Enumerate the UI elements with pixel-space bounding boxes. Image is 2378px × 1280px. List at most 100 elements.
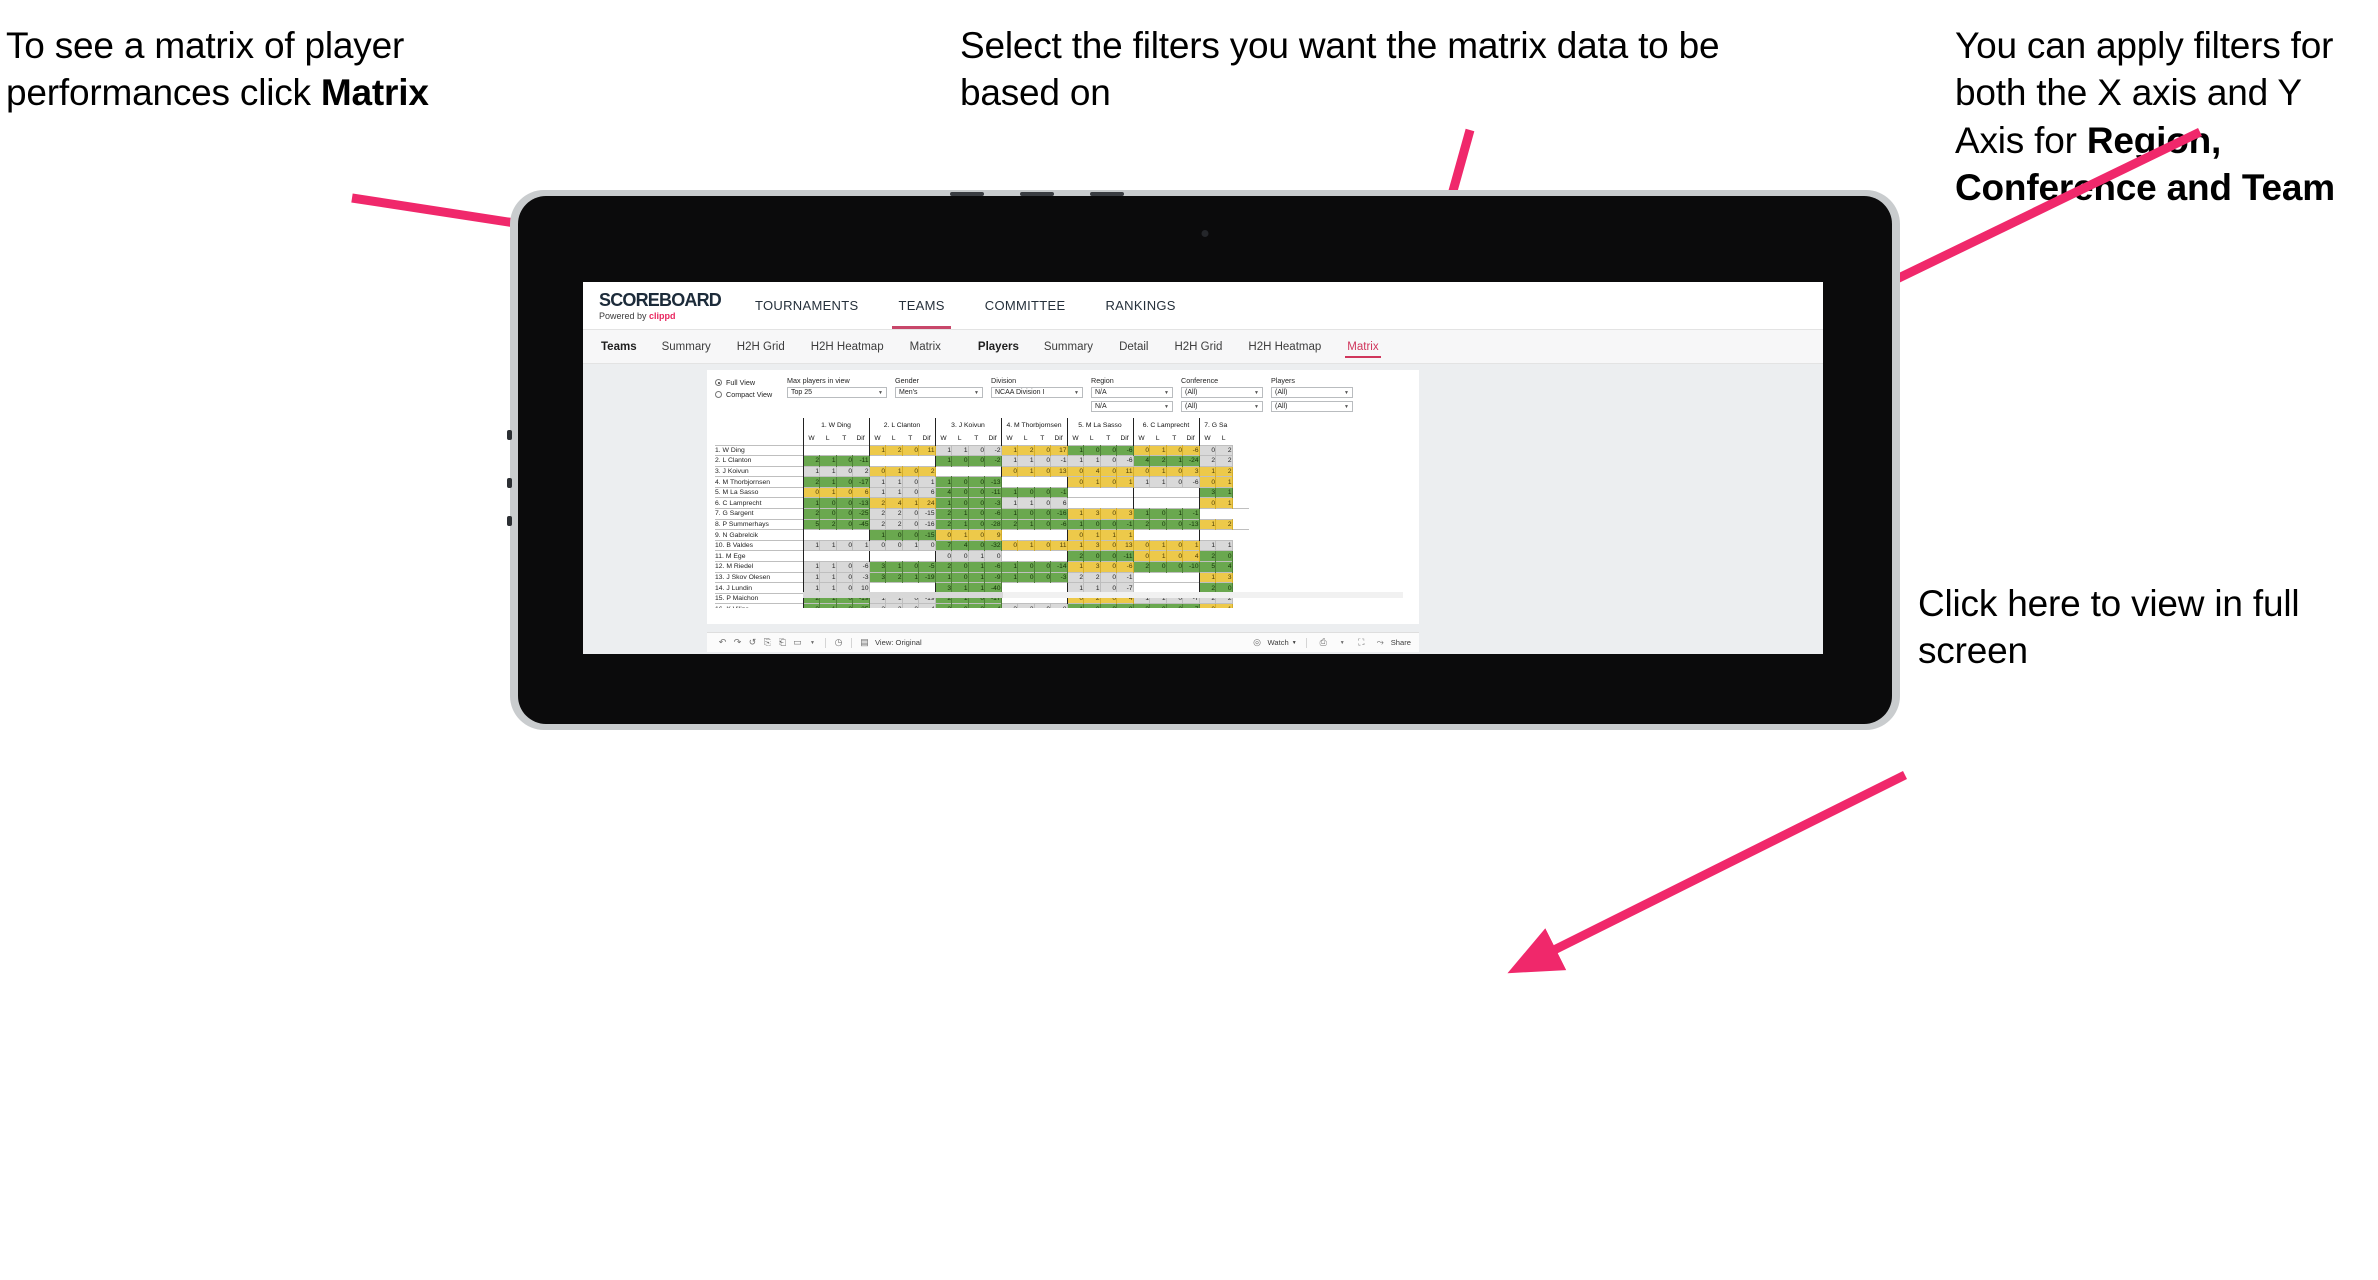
matrix-cell[interactable]: 17 [1050, 444, 1068, 456]
matrix-cell[interactable] [1116, 486, 1133, 498]
matrix-cell[interactable]: -45 [852, 518, 870, 530]
matrix-cell[interactable] [802, 444, 820, 456]
matrix-cell[interactable] [868, 455, 886, 467]
matrix-cell[interactable]: 0 [1034, 486, 1051, 498]
matrix-cell[interactable]: 1 [868, 476, 886, 488]
table-row[interactable]: 6. C Lamprecht 1 0 0 -13 2 4 1 24 1 0 0 -3 1 1 0 6 0 1 [715, 497, 1249, 509]
matrix-cell[interactable]: 1 [885, 561, 903, 573]
matrix-cell[interactable]: 1 [1017, 518, 1035, 530]
matrix-cell[interactable]: -3 [984, 497, 1002, 509]
matrix-cell[interactable]: -6 [1182, 444, 1200, 456]
matrix-cell[interactable]: 0 [1034, 497, 1051, 509]
matrix-cell[interactable]: 1 [802, 561, 820, 573]
matrix-cell[interactable]: -16 [1050, 508, 1068, 520]
matrix-cell[interactable]: 1 [1017, 465, 1035, 477]
watch-button[interactable]: ◎ Watch ▼ [1250, 636, 1297, 650]
matrix-cell[interactable]: 2 [934, 518, 952, 530]
matrix-cell[interactable]: -1 [1116, 571, 1134, 583]
revert-icon[interactable]: ↺ [745, 636, 760, 650]
matrix-cell[interactable]: -16 [918, 518, 936, 530]
matrix-cell[interactable]: 0 [1034, 539, 1051, 551]
matrix-cell[interactable]: 1 [885, 476, 903, 488]
matrix-cell[interactable]: 6 [918, 486, 936, 498]
matrix-cell[interactable]: 1 [819, 571, 837, 583]
table-row[interactable]: 8. P Summerhays 5 2 0 -45 2 2 0 -16 2 1 0 -28 2 1 0 -6 1 0… [715, 518, 1249, 530]
matrix-cell[interactable]: 2 [1215, 465, 1233, 477]
matrix-cell[interactable]: -6 [1116, 561, 1134, 573]
matrix-column-header[interactable]: 2. L Clanton [868, 418, 935, 432]
matrix-cell[interactable]: 2 [802, 455, 820, 467]
matrix-cell[interactable]: 1 [868, 444, 886, 456]
pause-auto-update-icon[interactable]: ⎗ [775, 636, 790, 650]
matrix-cell[interactable] [1000, 550, 1018, 562]
matrix-cell[interactable]: 0 [902, 444, 919, 456]
matrix-cell[interactable]: 0 [1017, 508, 1035, 520]
matrix-cell[interactable]: 1 [1017, 539, 1035, 551]
matrix-cell[interactable]: 1 [868, 529, 886, 541]
matrix-cell[interactable]: 0 [1100, 465, 1117, 477]
matrix-cell[interactable]: 24 [918, 497, 936, 509]
matrix-cell[interactable]: 1 [1166, 455, 1183, 467]
matrix-cell[interactable]: -7 [1182, 603, 1200, 608]
matrix-cell[interactable] [1083, 497, 1100, 509]
matrix-cell[interactable]: 1 [1132, 508, 1150, 520]
matrix-cell[interactable]: 0 [1017, 486, 1035, 498]
table-row[interactable]: 12. M Riedel 1 1 0 -6 3 1 0 -5 2 0 1 -6 1 0 0 -14 1 3 0 -6 2 0… [715, 561, 1249, 573]
matrix-cell[interactable]: -1 [1116, 518, 1134, 530]
matrix-cell[interactable] [852, 529, 869, 541]
matrix-cell[interactable]: 0 [902, 518, 919, 530]
redo-icon[interactable]: ↷ [730, 636, 745, 650]
matrix-cell[interactable]: 0 [1100, 571, 1117, 583]
matrix-cell[interactable]: 1 [934, 444, 952, 456]
matrix-cell[interactable]: 2 [868, 497, 886, 509]
matrix-cell[interactable]: 0 [1100, 508, 1117, 520]
matrix-cell[interactable]: 4 [885, 497, 903, 509]
layout-icon[interactable]: ▭ [790, 636, 805, 650]
matrix-cell[interactable] [836, 529, 853, 541]
matrix-cell[interactable]: 0 [836, 455, 853, 467]
table-row[interactable]: 16. K Vilips310-252204200-43308100-8300-… [715, 603, 1249, 608]
matrix-cell[interactable] [1166, 486, 1183, 498]
matrix-cell[interactable]: 0 [1132, 550, 1150, 562]
matrix-cell[interactable]: -6 [1116, 444, 1134, 456]
matrix-cell[interactable]: 3 [1083, 561, 1101, 573]
matrix-cell[interactable]: 1 [1083, 529, 1101, 541]
matrix-cell[interactable]: -2 [984, 455, 1002, 467]
matrix-cell[interactable]: 0 [1198, 444, 1216, 456]
matrix-cell[interactable]: 11 [918, 444, 936, 456]
matrix-cell[interactable]: 0 [968, 508, 985, 520]
chevron-down-icon[interactable]: ▼ [805, 636, 820, 650]
matrix-cell[interactable] [1149, 486, 1166, 498]
matrix-cell[interactable]: 7 [934, 539, 952, 551]
matrix-cell[interactable]: 0 [1034, 571, 1051, 583]
matrix-table-container[interactable]: 1. W Ding 2. L Clanton 3. J Koivun 4. M Tho… [715, 418, 1415, 608]
matrix-cell[interactable]: 3 [1017, 603, 1035, 608]
subnav-teams-h2h-grid[interactable]: H2H Grid [724, 330, 798, 363]
matrix-cell[interactable] [1132, 497, 1150, 509]
matrix-cell[interactable]: 8 [1050, 603, 1068, 608]
matrix-cell[interactable]: 1 [1066, 603, 1084, 608]
matrix-cell[interactable]: 0 [934, 550, 952, 562]
matrix-cell[interactable]: 0 [1100, 539, 1117, 551]
matrix-cell[interactable]: 0 [836, 603, 853, 608]
matrix-cell[interactable]: 2 [1215, 444, 1233, 456]
table-row[interactable]: 11. M Ege 0 0 1 0 2 0 0 -11 0 1 0 4 2 0 [715, 550, 1249, 562]
matrix-cell[interactable]: 2 [934, 561, 952, 573]
matrix-cell[interactable]: 1 [802, 539, 820, 551]
matrix-cell[interactable]: 0 [1166, 465, 1183, 477]
radio-full-view[interactable]: Full View [715, 378, 787, 387]
matrix-cell[interactable]: 0 [885, 529, 903, 541]
matrix-cell[interactable] [802, 529, 820, 541]
select-region-x[interactable]: N/A ▼ [1091, 387, 1173, 398]
matrix-cell[interactable]: 1 [1215, 476, 1233, 488]
matrix-cell[interactable]: 1 [852, 539, 870, 551]
matrix-cell[interactable]: 1 [951, 508, 969, 520]
matrix-cell[interactable] [1034, 550, 1051, 562]
matrix-row-header[interactable]: 10. B Valdes [715, 539, 803, 551]
matrix-cell[interactable]: 1 [1017, 455, 1035, 467]
matrix-column-header[interactable]: 4. M Thorbjornsen [1000, 418, 1067, 432]
matrix-cell[interactable] [852, 550, 869, 562]
matrix-cell[interactable]: 1 [802, 465, 820, 477]
select-conference-y[interactable]: (All) ▼ [1181, 401, 1263, 412]
matrix-cell[interactable]: -11 [984, 486, 1002, 498]
